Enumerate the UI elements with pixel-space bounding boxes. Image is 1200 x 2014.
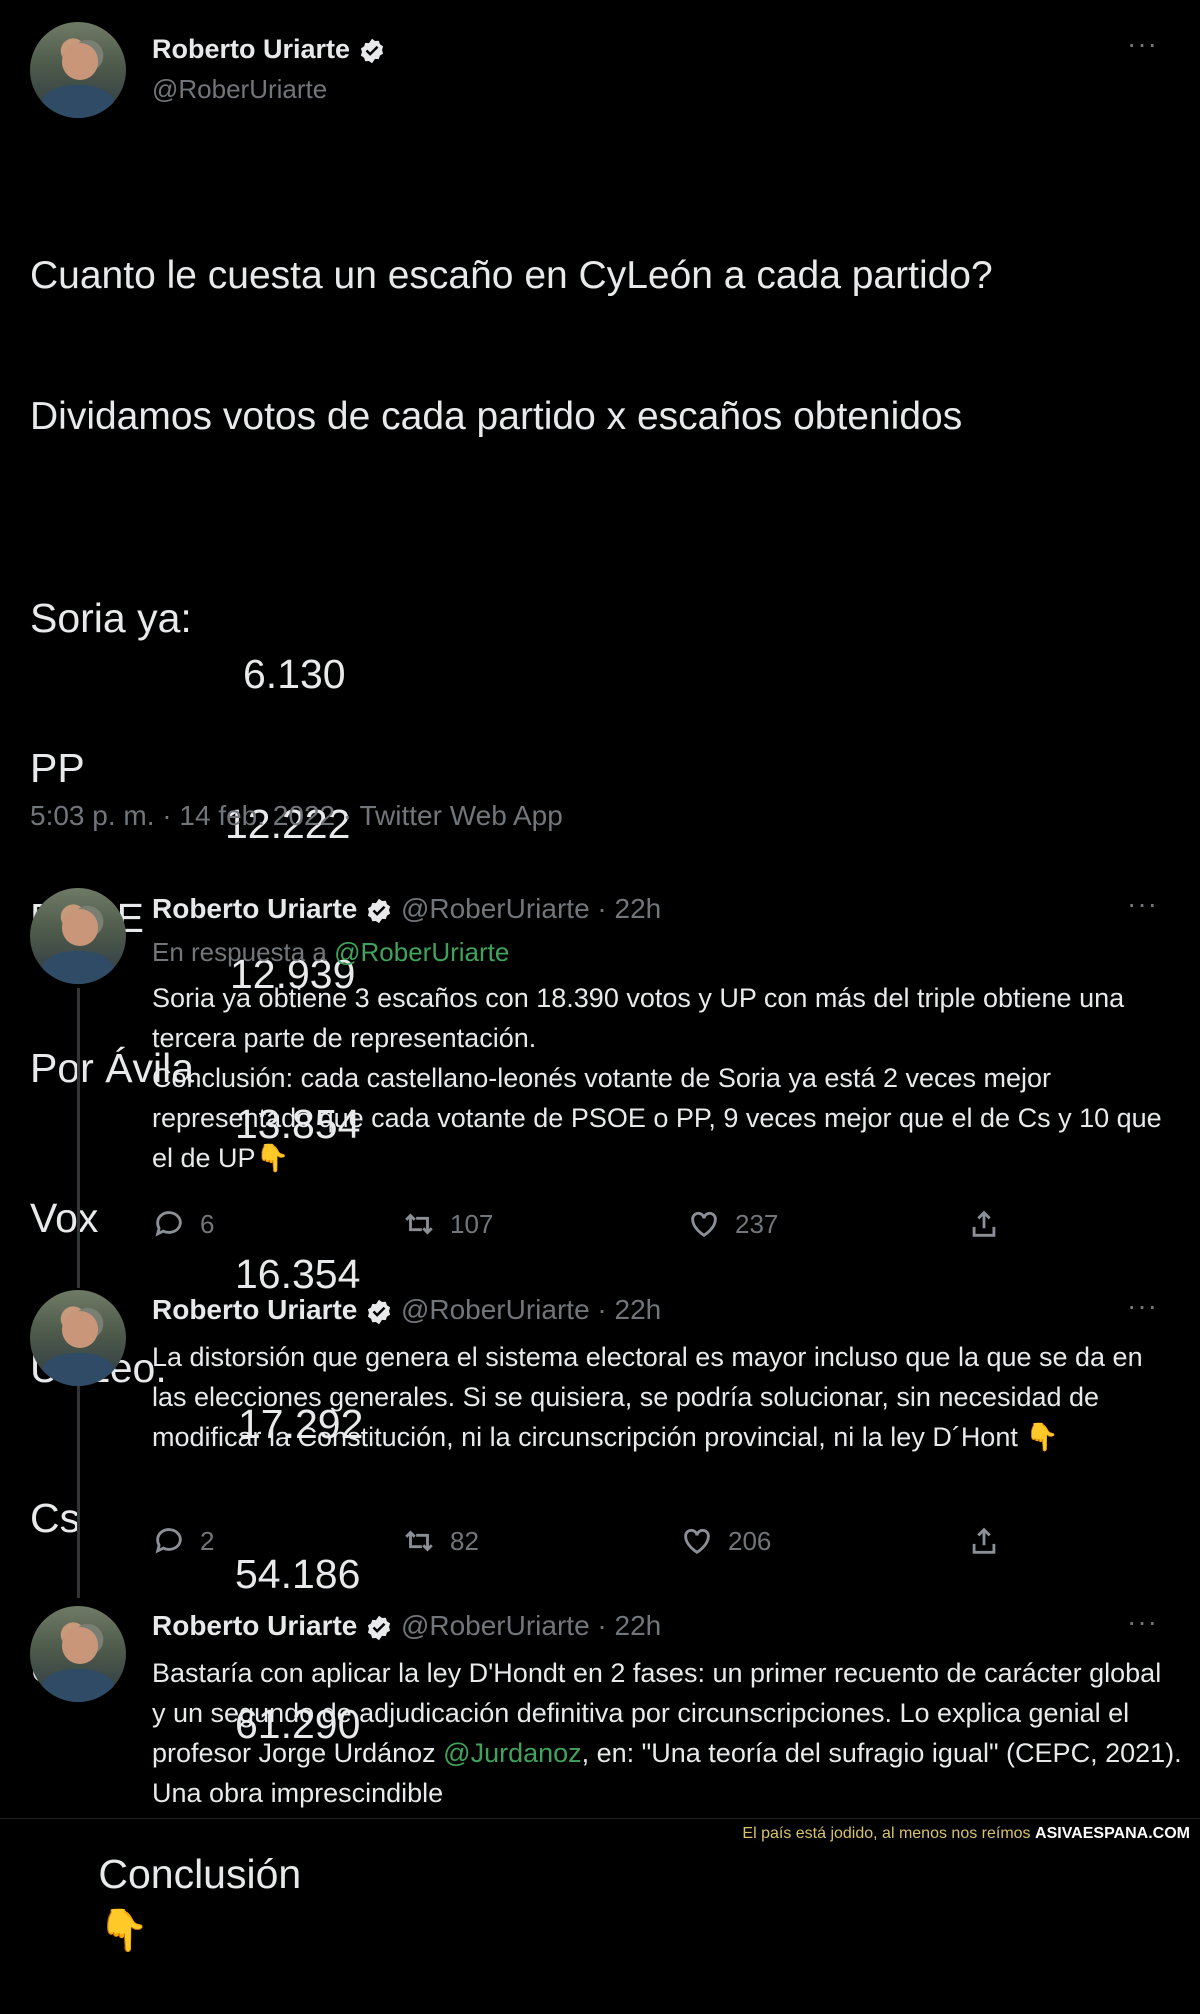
like-count: 237 (735, 1208, 779, 1239)
reply-text: Bastaría con aplicar la ley D'Hondt en 2… (152, 1653, 1182, 1813)
reply-to-handle[interactable]: @RoberUriarte (334, 937, 509, 967)
avatar[interactable] (30, 1606, 126, 1702)
verified-badge-icon (368, 1615, 391, 1640)
reply-action[interactable]: 2 (152, 1524, 214, 1558)
author-name[interactable]: Roberto Uriarte (152, 1294, 357, 1325)
author-name[interactable]: Roberto Uriarte (152, 34, 386, 65)
stat-row: PP 12.222 (30, 684, 1180, 847)
heart-icon (684, 1528, 710, 1555)
share-action[interactable] (967, 1207, 1001, 1241)
party-name: PP (30, 745, 85, 791)
share-icon (972, 1527, 996, 1554)
reply-text: Soria ya obtiene 3 escaños con 18.390 vo… (152, 983, 1162, 1173)
retweet-count: 107 (450, 1208, 494, 1239)
tweet-line: Dividamos votos de cada partido x escaño… (30, 395, 963, 438)
party-name: Vox (30, 1195, 99, 1241)
stat-row: Soria ya: 6.130 (30, 534, 1180, 697)
reply-count: 6 (200, 1208, 215, 1239)
retweet-action[interactable]: 82 (402, 1524, 479, 1558)
conclusion-label: Conclusión (98, 1851, 302, 1897)
action-bar: 6 107 237 (152, 1207, 1032, 1247)
retweet-action[interactable]: 107 (402, 1207, 493, 1241)
author-handle[interactable]: @RoberUriarte (401, 1610, 590, 1641)
avatar[interactable] (30, 888, 126, 984)
reply-header: Roberto Uriarte @RoberUriarte · 22h (152, 1610, 661, 1642)
more-options-icon[interactable]: ··· (1127, 1606, 1158, 1638)
verified-badge-icon (360, 38, 383, 64)
author-name[interactable]: Roberto Uriarte (152, 893, 357, 924)
thread-line (77, 988, 80, 1288)
author-handle[interactable]: @RoberUriarte (152, 74, 327, 105)
tweet-line: Cuanto le cuesta un escaño en CyLeón a c… (30, 254, 993, 297)
mention-link[interactable]: @Jurdanoz (443, 1738, 581, 1768)
reply-to-line: En respuesta a @RoberUriarte (152, 937, 509, 968)
footer-tagline: El país está jodido, al menos nos reímos (742, 1825, 1031, 1842)
stat-row: PSOE 12.939 (30, 834, 1180, 997)
reply-to-prefix: En respuesta a (152, 937, 335, 967)
tweet-timestamp[interactable]: 5:03 p. m. · 14 feb. 2022 · Twitter Web … (30, 800, 563, 832)
verified-badge-icon (368, 898, 391, 923)
reply-header: Roberto Uriarte @RoberUriarte · 22h (152, 1294, 661, 1326)
pointing-down-emoji: 👇 (98, 1907, 150, 1953)
like-count: 206 (728, 1525, 772, 1556)
retweet-count: 82 (450, 1525, 479, 1556)
tweet-time[interactable]: · 22h (597, 893, 661, 924)
reply-count: 2 (200, 1525, 215, 1556)
author-handle[interactable]: @RoberUriarte (401, 1294, 590, 1325)
author-name[interactable]: Roberto Uriarte (152, 1610, 357, 1641)
watermark-footer: El país está jodido, al menos nos reímos… (0, 1818, 1200, 1849)
retweet-icon (405, 1530, 433, 1552)
like-action[interactable]: 206 (680, 1524, 771, 1558)
reply-action[interactable]: 6 (152, 1207, 214, 1241)
reply-icon (155, 1528, 182, 1554)
more-options-icon[interactable]: ··· (1127, 28, 1158, 60)
reply-text: La distorsión que genera el sistema elec… (152, 1342, 1143, 1452)
avatar[interactable] (30, 1290, 126, 1386)
action-bar: 2 82 206 (152, 1524, 1032, 1564)
author-handle[interactable]: @RoberUriarte (401, 893, 590, 924)
reply-icon (155, 1211, 182, 1237)
reply-header: Roberto Uriarte @RoberUriarte · 22h (152, 893, 661, 925)
verified-badge-icon (368, 1299, 391, 1324)
more-options-icon[interactable]: ··· (1127, 888, 1158, 920)
share-action[interactable] (967, 1524, 1001, 1558)
footer-site[interactable]: ASIVAESPANA.COM (1035, 1825, 1190, 1842)
share-icon (972, 1210, 996, 1237)
tweet-time[interactable]: · 22h (597, 1610, 661, 1641)
avatar[interactable] (30, 22, 126, 118)
retweet-icon (405, 1213, 433, 1235)
more-options-icon[interactable]: ··· (1127, 1290, 1158, 1322)
party-name: Soria ya: (30, 595, 192, 641)
like-action[interactable]: 237 (687, 1207, 778, 1241)
author-name-text: Roberto Uriarte (152, 34, 351, 64)
heart-icon (691, 1211, 717, 1238)
tweet-time[interactable]: · 22h (597, 1294, 661, 1325)
party-name: Cs (30, 1495, 81, 1541)
